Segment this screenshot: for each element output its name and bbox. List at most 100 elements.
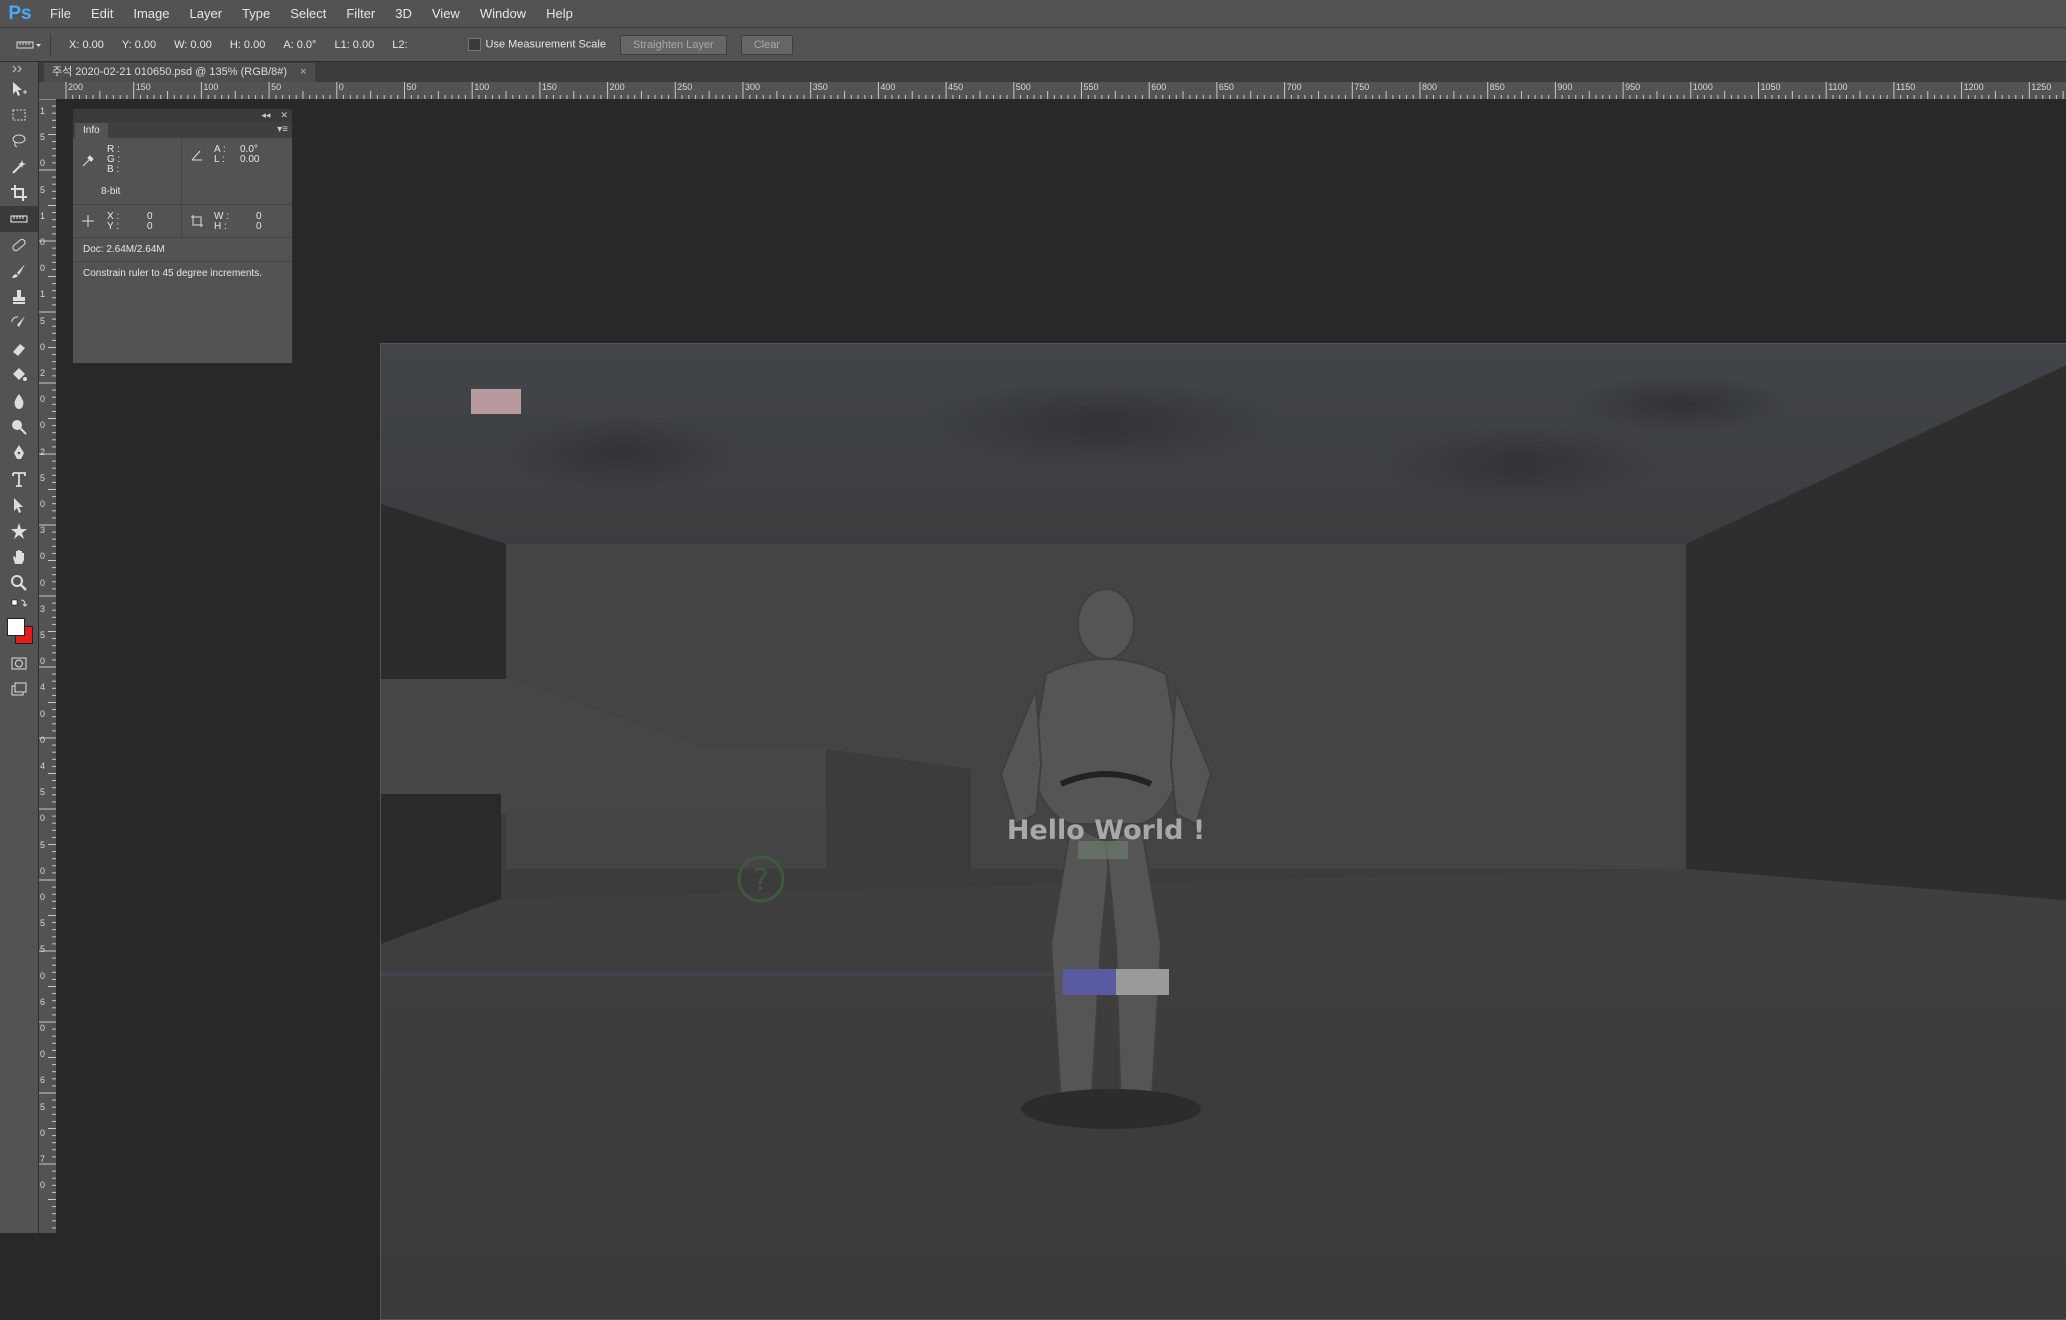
vertical-ruler[interactable]: 1 5 0 5 1 0 0 1 5 0 2 0 0 2 5 0 3 0 0 3 …: [39, 99, 57, 1233]
screen-mode-icon[interactable]: [0, 676, 38, 702]
menu-window[interactable]: Window: [470, 0, 536, 27]
ruler-v-label: 0: [40, 892, 46, 902]
eraser-tool-icon[interactable]: [0, 336, 38, 362]
panel-menu-icon[interactable]: ▾≡: [277, 124, 288, 135]
ruler-v-label: 6: [40, 1075, 46, 1086]
options-bar: X: 0.00 Y: 0.00 W: 0.00 H: 0.00 A: 0.0° …: [0, 28, 2066, 62]
toolbar-collapse-icon[interactable]: [0, 62, 38, 76]
canvas-area[interactable]: ? Hello World !: [56, 100, 2066, 1320]
clear-button[interactable]: Clear: [740, 34, 793, 55]
lasso-tool-icon[interactable]: [0, 128, 38, 154]
angle-length-readout: A : 0.0° L : 0.00: [182, 138, 290, 204]
ruler-h-label: 650: [1218, 82, 1234, 92]
clone-stamp-tool-icon[interactable]: [0, 284, 38, 310]
ruler-h-label: 1100: [1828, 82, 1848, 92]
menu-type[interactable]: Type: [232, 0, 280, 27]
menu-image[interactable]: Image: [123, 0, 179, 27]
ruler-h-label: 850: [1489, 82, 1505, 92]
menu-file[interactable]: File: [40, 0, 81, 27]
close-panel-icon[interactable]: ✕: [280, 110, 288, 121]
zoom-tool-icon[interactable]: [0, 570, 38, 596]
tab-info[interactable]: Info: [75, 123, 108, 138]
ruler-origin[interactable]: [39, 82, 56, 99]
ruler-h-label: 350: [812, 82, 828, 92]
ruler-tool-preset-icon[interactable]: [8, 33, 51, 56]
blue-bar-segment: [1063, 969, 1116, 995]
custom-shape-tool-icon[interactable]: [0, 518, 38, 544]
ruler-v-label: 0: [40, 1127, 46, 1138]
ruler-v-label: 0: [40, 656, 46, 667]
pen-tool-icon[interactable]: [0, 440, 38, 466]
ruler-h-label: 700: [1286, 82, 1302, 92]
ruler-v-label: 0: [40, 551, 46, 562]
ruler-h-label: 750: [1354, 82, 1370, 92]
l1-readout: L1: 0.00: [334, 38, 375, 51]
menu-bar: Ps File Edit Image Layer Type Select Fil…: [0, 0, 2066, 28]
ruler-v-label: 6: [40, 996, 46, 1007]
h-value: 0: [256, 221, 262, 232]
collapse-panel-icon[interactable]: ◂◂: [261, 110, 270, 121]
ruler-v-label: 5: [40, 1101, 46, 1112]
ruler-h-label: 150: [541, 82, 557, 92]
ruler-v-label: 0: [40, 237, 46, 247]
menu-filter[interactable]: Filter: [336, 0, 385, 27]
ruler-h-label: 950: [1625, 82, 1641, 92]
dodge-tool-icon[interactable]: [0, 414, 38, 440]
ruler-h-label: 500: [1015, 82, 1031, 92]
close-document-icon[interactable]: ×: [300, 66, 306, 78]
document-canvas[interactable]: ? Hello World !: [380, 343, 2066, 1320]
l-value: 0.00: [240, 154, 260, 165]
menu-select[interactable]: Select: [280, 0, 336, 27]
blur-tool-icon[interactable]: [0, 388, 38, 414]
magic-wand-tool-icon[interactable]: [0, 154, 38, 180]
measurement-scale-option[interactable]: Use Measurement Scale: [467, 38, 606, 51]
ruler-v-label: 0: [40, 577, 46, 588]
ruler-v-label: 0: [40, 1049, 46, 1060]
menu-layer[interactable]: Layer: [180, 0, 233, 27]
ruler-v-label: 5: [40, 315, 46, 326]
measurement-scale-checkbox[interactable]: [467, 38, 481, 51]
ruler-h-label: 300: [745, 82, 761, 92]
eyedropper-icon[interactable]: [81, 154, 95, 168]
angle-icon: [191, 150, 202, 161]
straighten-layer-button[interactable]: Straighten Layer: [619, 34, 727, 55]
menu-edit[interactable]: Edit: [81, 0, 123, 27]
ruler-v-label: 0: [40, 499, 46, 509]
info-color-row: R : G : B : 8-bit A : 0.0° L : 0.00: [73, 138, 292, 205]
pink-marker: [471, 389, 521, 414]
ruler-v-label: 0: [40, 263, 46, 274]
menu-help[interactable]: Help: [536, 0, 583, 27]
ruler-h-label: 200: [68, 82, 84, 92]
healing-brush-tool-icon[interactable]: [0, 232, 38, 258]
ruler-h-label: 250: [677, 82, 693, 92]
ruler-h-label: 100: [203, 82, 219, 92]
menu-view[interactable]: View: [422, 0, 470, 27]
ruler-v-label: 0: [40, 1180, 46, 1191]
ruler-v-label: 5: [40, 787, 46, 798]
quick-mask-icon[interactable]: [0, 650, 38, 676]
horizontal-ruler[interactable]: 200 150 100 50 0 50 100 150 200 250 300 …: [56, 82, 2066, 100]
ruler-h-label: 900: [1557, 82, 1573, 92]
history-brush-tool-icon[interactable]: [0, 310, 38, 336]
ruler-h-label: 1000: [1692, 82, 1713, 92]
ruler-tool-icon[interactable]: [0, 206, 38, 232]
paint-bucket-tool-icon[interactable]: [0, 362, 38, 388]
crosshair-icon: [82, 215, 94, 227]
crop-tool-icon[interactable]: [0, 180, 38, 206]
path-selection-tool-icon[interactable]: [0, 492, 38, 518]
y-label: Y :: [107, 221, 120, 232]
ruler-h-label: 50: [271, 82, 282, 92]
document-tab[interactable]: 주석 2020-02-21 010650.psd @ 135% (RGB/8#)…: [44, 63, 315, 82]
brush-tool-icon[interactable]: [0, 258, 38, 284]
ruler-v-label: 0: [40, 970, 46, 981]
game-scene-image: ? Hello World !: [381, 344, 2066, 1319]
type-tool-icon[interactable]: [0, 466, 38, 492]
y-value: 0: [147, 221, 153, 232]
move-tool-icon[interactable]: [0, 76, 38, 102]
swap-colors-icon[interactable]: [0, 596, 38, 610]
ruler-h-label: 550: [1083, 82, 1099, 92]
hand-tool-icon[interactable]: [0, 544, 38, 570]
menu-3d[interactable]: 3D: [385, 0, 422, 27]
foreground-color-swatch[interactable]: [7, 618, 25, 636]
marquee-tool-icon[interactable]: [0, 102, 38, 128]
